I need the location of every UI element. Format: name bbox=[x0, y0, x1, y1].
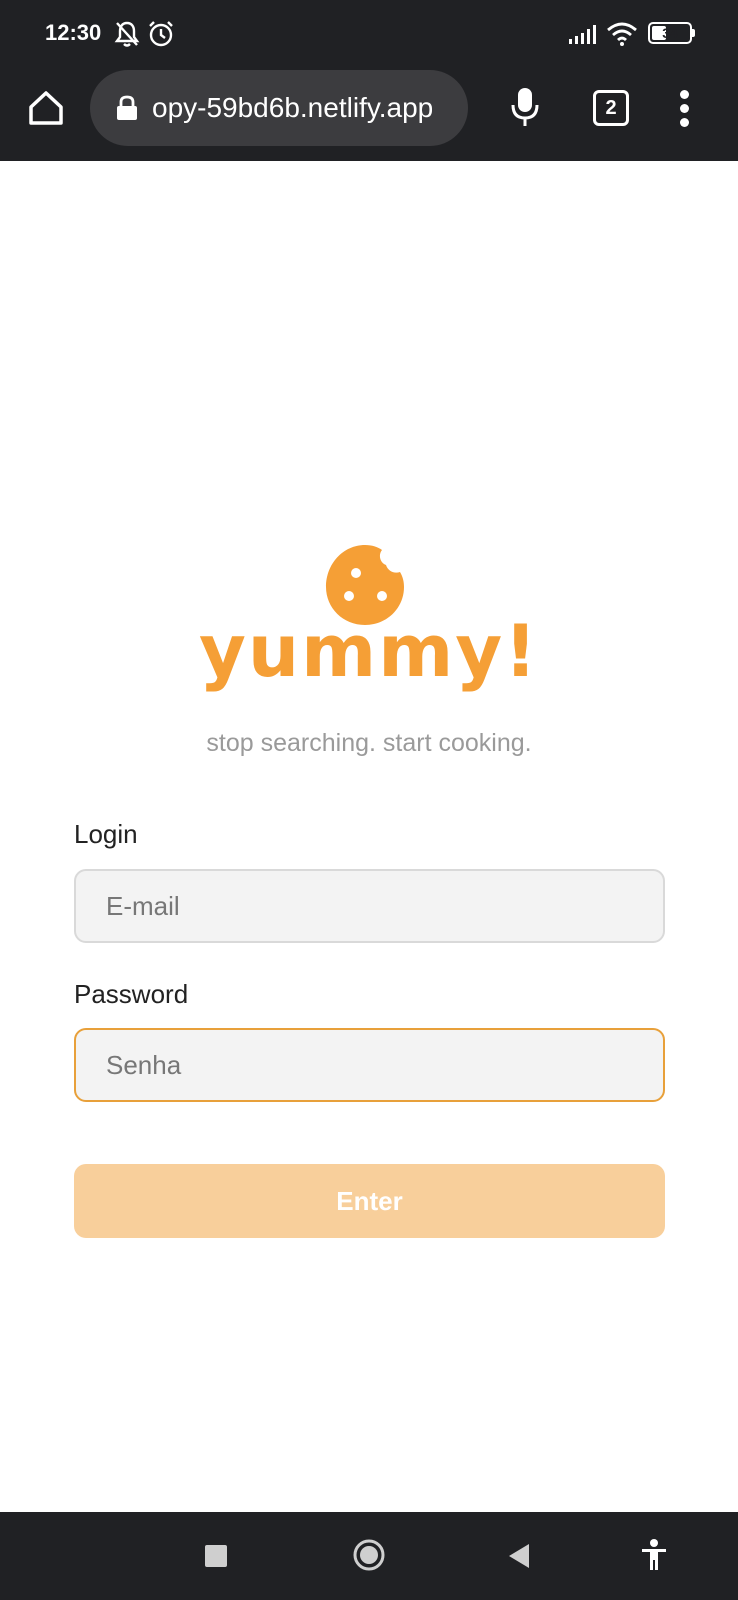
wifi-icon bbox=[606, 22, 638, 51]
status-bar: 12:30 34 bbox=[0, 0, 738, 68]
brand-name: yummy! bbox=[198, 609, 539, 693]
signal-icon bbox=[568, 24, 598, 49]
mic-icon[interactable] bbox=[510, 86, 540, 128]
more-vert-icon[interactable] bbox=[672, 88, 698, 128]
home-icon[interactable] bbox=[26, 88, 66, 128]
battery-level: 34 bbox=[662, 25, 678, 41]
status-time: 12:30 bbox=[45, 20, 102, 45]
email-input[interactable] bbox=[74, 869, 665, 943]
bell-off-icon bbox=[114, 20, 140, 53]
login-label: Login bbox=[74, 819, 138, 849]
recent-apps-icon[interactable] bbox=[205, 1545, 227, 1567]
url-bar[interactable]: opy-59bd6b.netlify.app bbox=[90, 70, 468, 146]
tagline: stop searching. start cooking. bbox=[206, 729, 532, 757]
password-label: Password bbox=[74, 979, 189, 1009]
browser-toolbar: opy-59bd6b.netlify.app 2 bbox=[0, 68, 738, 160]
back-icon[interactable] bbox=[507, 1542, 531, 1575]
browser-chrome: 12:30 34 opy-59bd6b.netlify.app 2 bbox=[0, 0, 738, 161]
lock-icon bbox=[116, 95, 138, 126]
battery-cap bbox=[692, 29, 695, 37]
url-text[interactable]: opy-59bd6b.netlify.app bbox=[152, 92, 458, 124]
home-circle-icon[interactable] bbox=[352, 1538, 386, 1577]
tabs-icon[interactable]: 2 bbox=[593, 90, 629, 126]
accessibility-icon[interactable] bbox=[640, 1538, 668, 1577]
system-nav-bar bbox=[0, 1512, 738, 1600]
battery-icon: 34 bbox=[648, 22, 692, 44]
password-input[interactable] bbox=[74, 1028, 665, 1102]
login-page: yummy! stop searching. start cooking. Lo… bbox=[0, 161, 738, 1512]
enter-button[interactable]: Enter bbox=[74, 1164, 665, 1238]
alarm-icon bbox=[147, 20, 175, 53]
